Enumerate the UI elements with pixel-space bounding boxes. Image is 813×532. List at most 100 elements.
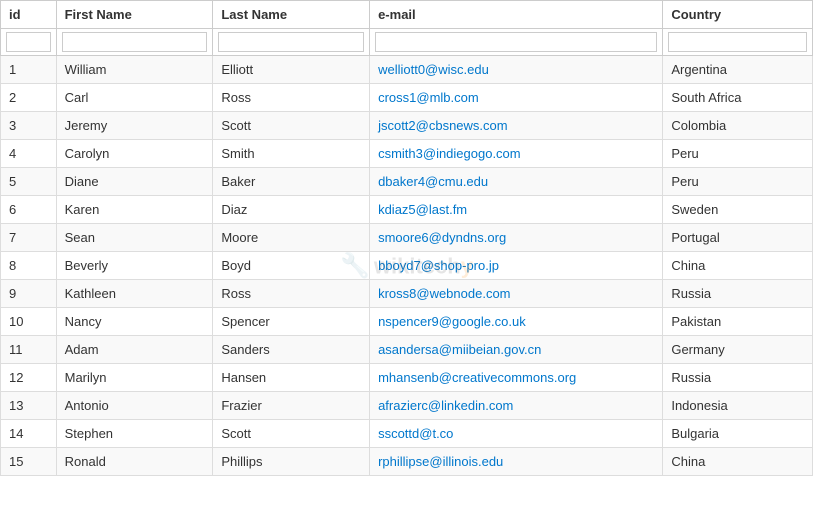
cell-firstname: Stephen [56, 420, 213, 448]
cell-lastname: Elliott [213, 56, 370, 84]
table-row: 6KarenDiaz kdiaz5@last.fm Sweden [1, 196, 813, 224]
col-header-id: id [1, 1, 57, 29]
cell-id: 7 [1, 224, 57, 252]
email-link[interactable]: nspencer9@google.co.uk [378, 314, 526, 329]
cell-id: 4 [1, 140, 57, 168]
table-row: 8BeverlyBoydbboyd7@shop-pro.jpChina [1, 252, 813, 280]
header-row: id First Name Last Name e-mail Country [1, 1, 813, 29]
cell-email[interactable]: mhansenb@creativecommons.org [370, 364, 663, 392]
table-row: 13AntonioFrazier afrazierc@linkedin.com In… [1, 392, 813, 420]
cell-email[interactable]: asandersa@miibeian.gov.cn [370, 336, 663, 364]
cell-country: Portugal [663, 224, 813, 252]
email-link[interactable]: asandersa@miibeian.gov.cn [378, 342, 541, 357]
cell-firstname: Carolyn [56, 140, 213, 168]
cell-lastname: Ross [213, 280, 370, 308]
email-link[interactable]: sscottd@t.co [378, 426, 453, 441]
cell-country: Sweden [663, 196, 813, 224]
cell-email[interactable]: csmith3@indiegogo.com [370, 140, 663, 168]
filter-country[interactable] [668, 32, 807, 52]
cell-firstname: Karen [56, 196, 213, 224]
table-row: 10NancySpencer nspencer9@google.co.uk Paki… [1, 308, 813, 336]
cell-country: Peru [663, 168, 813, 196]
cell-lastname: Frazier [213, 392, 370, 420]
cell-lastname: Smith [213, 140, 370, 168]
cell-country: Pakistan [663, 308, 813, 336]
cell-country: Argentina [663, 56, 813, 84]
cell-id: 3 [1, 112, 57, 140]
cell-country: Peru [663, 140, 813, 168]
email-link[interactable]: afrazierc@linkedin.com [378, 398, 513, 413]
cell-id: 15 [1, 448, 57, 476]
cell-email[interactable]: bboyd7@shop-pro.jp [370, 252, 663, 280]
filter-row [1, 29, 813, 56]
email-link[interactable]: csmith3@indiegogo.com [378, 146, 521, 161]
email-link[interactable]: cross1@mlb.com [378, 90, 479, 105]
table-row: 1WilliamElliott welliott0@wisc.edu Argenti… [1, 56, 813, 84]
col-header-lastname: Last Name [213, 1, 370, 29]
cell-email[interactable]: afrazierc@linkedin.com [370, 392, 663, 420]
email-link[interactable]: kross8@webnode.com [378, 286, 510, 301]
email-link[interactable]: smoore6@dyndns.org [378, 230, 506, 245]
table-row: 4CarolynSmith csmith3@indiegogo.com Peru [1, 140, 813, 168]
cell-firstname: Marilyn [56, 364, 213, 392]
cell-id: 10 [1, 308, 57, 336]
data-table: id First Name Last Name e-mail Country 1… [0, 0, 813, 476]
cell-id: 14 [1, 420, 57, 448]
cell-country: China [663, 448, 813, 476]
cell-country: Germany [663, 336, 813, 364]
cell-firstname: Beverly [56, 252, 213, 280]
table-row: 3JeremyScottjscott2@cbsnews.comColombia [1, 112, 813, 140]
email-link[interactable]: kdiaz5@last.fm [378, 202, 467, 217]
filter-id[interactable] [6, 32, 51, 52]
cell-country: Indonesia [663, 392, 813, 420]
table-row: 2CarlRosscross1@mlb.comSouth Africa [1, 84, 813, 112]
cell-email[interactable]: kdiaz5@last.fm [370, 196, 663, 224]
cell-email[interactable]: jscott2@cbsnews.com [370, 112, 663, 140]
cell-id: 11 [1, 336, 57, 364]
cell-email[interactable]: kross8@webnode.com [370, 280, 663, 308]
cell-email[interactable]: rphillipse@illinois.edu [370, 448, 663, 476]
cell-email[interactable]: nspencer9@google.co.uk [370, 308, 663, 336]
cell-email[interactable]: dbaker4@cmu.edu [370, 168, 663, 196]
filter-lastname[interactable] [218, 32, 364, 52]
cell-country: Russia [663, 364, 813, 392]
cell-country: China [663, 252, 813, 280]
cell-email[interactable]: cross1@mlb.com [370, 84, 663, 112]
email-link[interactable]: jscott2@cbsnews.com [378, 118, 508, 133]
email-link[interactable]: bboyd7@shop-pro.jp [378, 258, 499, 273]
cell-firstname: William [56, 56, 213, 84]
email-link[interactable]: mhansenb@creativecommons.org [378, 370, 576, 385]
cell-country: Russia [663, 280, 813, 308]
cell-id: 6 [1, 196, 57, 224]
cell-firstname: Jeremy [56, 112, 213, 140]
cell-id: 2 [1, 84, 57, 112]
cell-firstname: Ronald [56, 448, 213, 476]
cell-firstname: Nancy [56, 308, 213, 336]
cell-lastname: Diaz [213, 196, 370, 224]
cell-id: 5 [1, 168, 57, 196]
cell-email[interactable]: welliott0@wisc.edu [370, 56, 663, 84]
table-row: 11AdamSanders asandersa@miibeian.gov.cn Ge… [1, 336, 813, 364]
cell-lastname: Ross [213, 84, 370, 112]
email-link[interactable]: welliott0@wisc.edu [378, 62, 489, 77]
cell-id: 9 [1, 280, 57, 308]
cell-email[interactable]: sscottd@t.co [370, 420, 663, 448]
email-link[interactable]: rphillipse@illinois.edu [378, 454, 503, 469]
cell-lastname: Scott [213, 420, 370, 448]
cell-email[interactable]: smoore6@dyndns.org [370, 224, 663, 252]
cell-firstname: Antonio [56, 392, 213, 420]
cell-id: 1 [1, 56, 57, 84]
cell-lastname: Spencer [213, 308, 370, 336]
cell-id: 13 [1, 392, 57, 420]
filter-email[interactable] [375, 32, 657, 52]
cell-lastname: Hansen [213, 364, 370, 392]
table-row: 12MarilynHansen mhansenb@creativecommons.… [1, 364, 813, 392]
cell-id: 8 [1, 252, 57, 280]
cell-firstname: Adam [56, 336, 213, 364]
cell-lastname: Sanders [213, 336, 370, 364]
filter-firstname[interactable] [62, 32, 208, 52]
email-link[interactable]: dbaker4@cmu.edu [378, 174, 488, 189]
table-container[interactable]: 🔧 wikitechy id First Name Last Name e-ma… [0, 0, 813, 532]
cell-id: 12 [1, 364, 57, 392]
cell-country: Bulgaria [663, 420, 813, 448]
